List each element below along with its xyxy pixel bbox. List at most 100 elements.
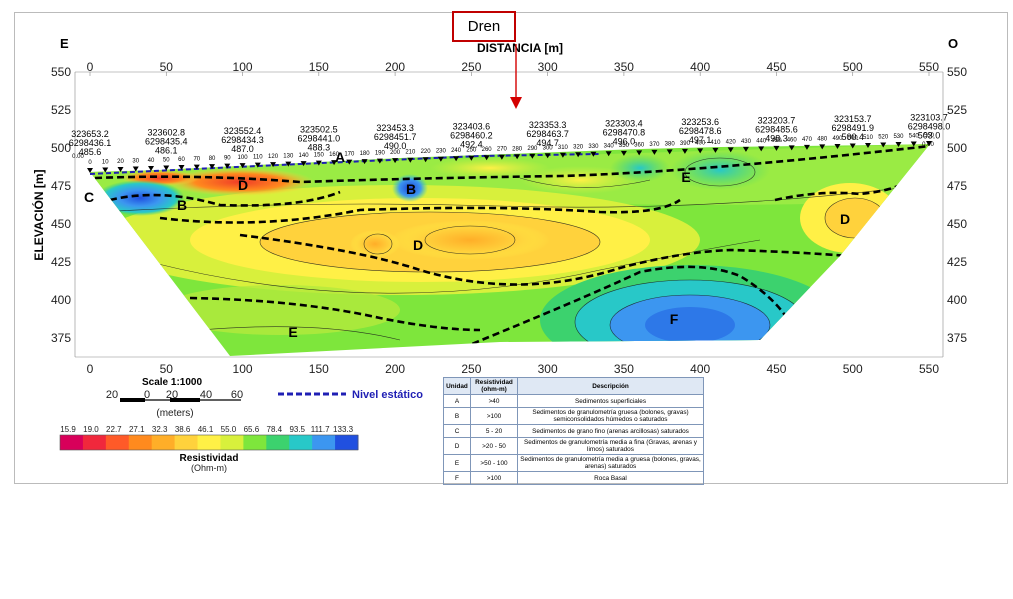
legend-static-level-label: Nivel estático xyxy=(352,389,423,401)
colorbar-value: 55.0 xyxy=(221,425,237,434)
scale-bar xyxy=(120,398,241,402)
electrode-label: 210 xyxy=(405,150,416,156)
dren-callout: Dren xyxy=(452,11,516,42)
x-tick-top: 300 xyxy=(538,60,558,74)
electrode-label: 370 xyxy=(649,142,660,148)
scale-title: Scale 1:1000 xyxy=(142,377,202,388)
scale-tick-label: 0 xyxy=(144,389,150,401)
electrode-label: 150 xyxy=(314,153,325,159)
y-tick-left: 550 xyxy=(51,65,71,79)
colorbar-swatch xyxy=(151,435,176,450)
zone-label-d2: D xyxy=(413,237,423,253)
table-cell-res: >50 - 100 xyxy=(470,454,518,472)
x-tick-top: 450 xyxy=(766,60,786,74)
scale-tick-label: 60 xyxy=(231,389,243,401)
colorbar-value: 32.3 xyxy=(152,425,168,434)
electrode-label: 460 xyxy=(787,137,798,143)
x-tick-bottom: 50 xyxy=(160,362,174,376)
electrode-label: 520 xyxy=(878,134,889,140)
y-tick-right: 450 xyxy=(947,217,967,231)
table-header-unit: Unidad xyxy=(443,377,471,395)
zone-label-c: C xyxy=(84,189,94,205)
colorbar-value: 111.7 xyxy=(311,425,330,434)
electrode-label: 120 xyxy=(268,154,279,160)
electrode-label: 310 xyxy=(558,145,569,151)
y-axis-label: ELEVACIÓN [m] xyxy=(31,169,46,260)
station-coordinate: 485.6 xyxy=(79,147,102,157)
electrode-label: 430 xyxy=(741,139,752,145)
station-coordinate: 487.0 xyxy=(231,144,254,154)
electrode-label: 330 xyxy=(588,144,599,150)
scale-tick-label: 20 xyxy=(106,389,118,401)
x-tick-bottom: 250 xyxy=(461,362,481,376)
table-cell-unit: D xyxy=(443,437,471,455)
y-tick-right: 425 xyxy=(947,255,967,269)
electrode-label: 470 xyxy=(802,137,813,143)
x-tick-bottom: 300 xyxy=(538,362,558,376)
station-coordinate: 492.4 xyxy=(460,140,483,150)
electrode-label: 420 xyxy=(726,139,737,145)
electrode-label: 320 xyxy=(573,144,584,150)
electrode-label: 270 xyxy=(497,147,508,153)
zone-label-b1: B xyxy=(177,197,187,213)
electrode-label: 100 xyxy=(238,155,249,161)
electrode-label: 90 xyxy=(224,156,231,162)
table-cell-unit: C xyxy=(443,424,471,438)
zone-label-d1: D xyxy=(238,177,248,193)
electrode-label: 50 xyxy=(163,158,170,164)
y-tick-right: 525 xyxy=(947,103,967,117)
x-tick-top: 250 xyxy=(461,60,481,74)
station-coordinate: 490.0 xyxy=(384,141,407,151)
station-coordinate: 494.7 xyxy=(536,138,559,148)
colorbar-value: 65.6 xyxy=(244,425,260,434)
table-cell-res: >100 xyxy=(470,407,518,425)
electrode-label: 110 xyxy=(253,155,263,161)
y-tick-right: 500 xyxy=(947,141,967,155)
table-row: E >50 - 100 Sedimentos de granulometría me… xyxy=(443,454,704,472)
colorbar-swatch xyxy=(266,435,290,450)
zone-label-e2: E xyxy=(288,324,297,340)
station-coordinate: 496.0 xyxy=(613,137,636,147)
electrode-label: 130 xyxy=(283,154,294,160)
table-cell-unit: A xyxy=(443,394,471,408)
direction-west: O xyxy=(948,36,958,51)
colorbar-value: 93.5 xyxy=(289,425,305,434)
colorbar-swatch xyxy=(289,435,313,450)
table-row: C5 - 20 Sedimentos de grano fino (arenas … xyxy=(443,424,704,438)
station-coordinate: 500.4 xyxy=(841,132,864,142)
resistivity-section-figure: 0 50 100 150 200 250 300 350 400 450 500 550 0 50 100… xyxy=(31,36,967,473)
right-end-label: 0.00 xyxy=(922,142,934,148)
x-tick-top: 350 xyxy=(614,60,634,74)
electrode-label: 20 xyxy=(117,159,124,165)
colorbar-value: 19.0 xyxy=(83,425,99,434)
table-cell-res: >40 xyxy=(470,394,518,408)
colorbar-unit: (Ohm-m) xyxy=(191,463,227,473)
table-row: F >100 Roca Basal xyxy=(443,471,704,485)
y-tick-right: 375 xyxy=(947,331,967,345)
table-cell-unit: F xyxy=(443,471,471,485)
table-cell-res: 5 - 20 xyxy=(470,424,518,438)
table-cell-desc: Sedimentos superficiales xyxy=(517,394,704,408)
colorbar-value: 22.7 xyxy=(106,425,122,434)
y-tick-left: 400 xyxy=(51,293,71,307)
scale-unit: (meters) xyxy=(156,408,193,419)
colorbar-value: 27.1 xyxy=(129,425,145,434)
table-row: B >100 Sedimentos de granulometría gruesa … xyxy=(443,407,704,425)
y-tick-left: 375 xyxy=(51,331,71,345)
x-tick-top: 400 xyxy=(690,60,710,74)
table-header-resistivity: Resistividad (ohm-m) xyxy=(470,377,518,395)
electrode-label: 170 xyxy=(344,152,355,158)
y-tick-left: 425 xyxy=(51,255,71,269)
x-tick-top: 500 xyxy=(843,60,863,74)
colorbar-value: 15.9 xyxy=(60,425,76,434)
y-tick-right: 400 xyxy=(947,293,967,307)
electrode-label: 200 xyxy=(390,150,401,156)
direction-east: E xyxy=(60,36,69,51)
electrode-label: 410 xyxy=(710,140,721,146)
x-tick-top: 100 xyxy=(233,60,253,74)
zone-label-a: A xyxy=(335,149,345,165)
y-tick-left: 450 xyxy=(51,217,71,231)
table-cell-desc: Roca Basal xyxy=(517,471,704,485)
electrode-label: 380 xyxy=(665,141,676,147)
x-tick-top: 200 xyxy=(385,60,405,74)
